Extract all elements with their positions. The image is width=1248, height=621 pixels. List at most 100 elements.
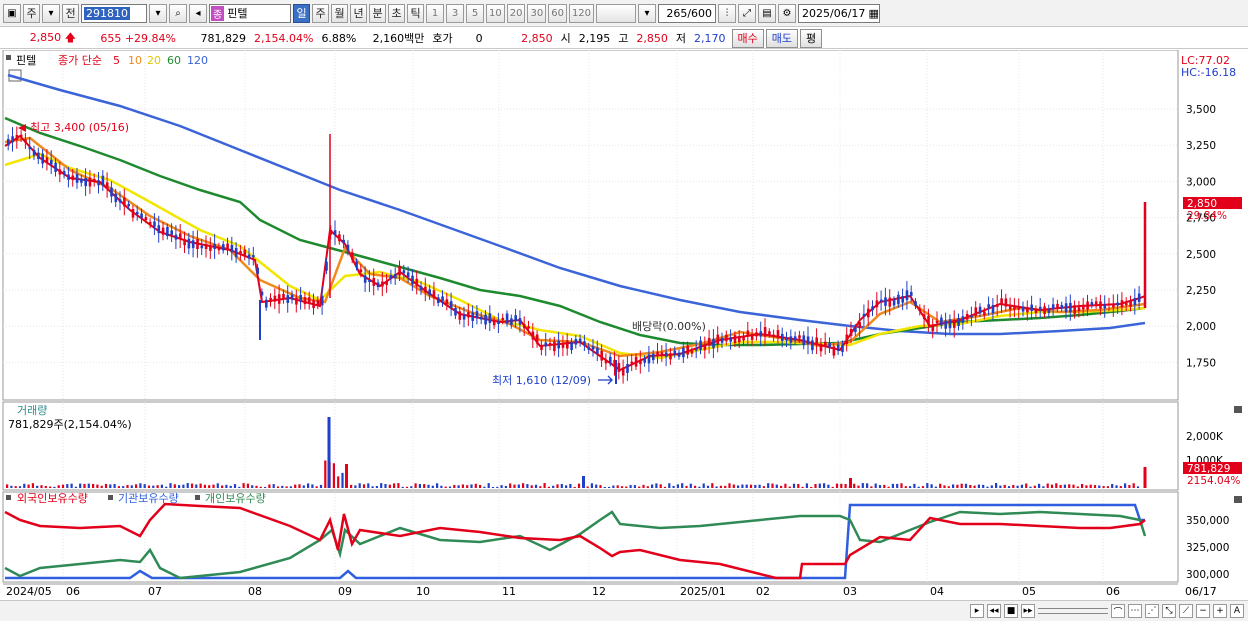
high-value: 2,850 — [636, 31, 668, 45]
panel-handle-icon[interactable] — [6, 55, 11, 60]
candle-body — [682, 347, 685, 358]
volume-bar — [1046, 483, 1049, 488]
tool-5-icon[interactable]: ⟋ — [1179, 604, 1193, 618]
save-icon[interactable]: ▤ — [758, 3, 777, 23]
tool-1-icon[interactable]: ⌒ — [1111, 604, 1125, 618]
interval-tick-button[interactable]: 틱 — [407, 3, 424, 23]
stock-name-field[interactable]: 종 핀텔 — [209, 3, 291, 23]
volume-bar — [319, 484, 323, 488]
volume-bar — [749, 484, 753, 488]
interval-minute-button[interactable]: 분 — [369, 3, 386, 23]
unit-5-button[interactable]: 5 — [466, 3, 484, 23]
period-week-dropdown[interactable]: 주 — [23, 3, 40, 23]
calendar-icon[interactable]: ▦ — [868, 7, 878, 20]
candle-body — [759, 331, 763, 337]
volume-bar — [552, 485, 555, 488]
candle-body — [127, 203, 130, 207]
volume-bar — [479, 484, 482, 488]
interval-day-button[interactable]: 일 — [293, 3, 310, 23]
inst-handle-icon[interactable] — [108, 495, 113, 500]
tool-3-icon[interactable]: ⋰ — [1145, 604, 1159, 618]
chart-line-icon[interactable]: ⤢ — [738, 3, 757, 23]
volume-bar — [590, 483, 593, 488]
unit-10-button[interactable]: 10 — [486, 3, 505, 23]
interval-week-button[interactable]: 주 — [312, 3, 329, 23]
zoom-slider[interactable] — [1038, 608, 1108, 614]
buy-button[interactable]: 매수 — [731, 28, 764, 48]
window-icon[interactable]: ▣ — [3, 3, 21, 23]
unit-3-button[interactable]: 3 — [446, 3, 464, 23]
candle-body — [24, 139, 27, 143]
holding-handle-icon[interactable] — [6, 495, 11, 500]
interval-year-button[interactable]: 년 — [350, 3, 367, 23]
tool-2-icon[interactable]: ⋯ — [1128, 604, 1142, 618]
search-icon[interactable]: ⌕ — [169, 3, 187, 23]
avg-button[interactable]: 평 — [800, 28, 823, 48]
close-volume-icon[interactable] — [1234, 406, 1242, 413]
volume-spike-bar — [327, 417, 331, 488]
zoom-in-icon[interactable]: + — [1213, 604, 1227, 618]
close-holding-icon[interactable] — [1234, 496, 1242, 503]
candle-body — [41, 153, 44, 164]
candle-body — [639, 359, 642, 365]
speaker-icon[interactable]: ◂ — [189, 3, 207, 23]
candle-body — [45, 157, 49, 163]
volume-bar — [969, 485, 972, 488]
volume-bar — [130, 485, 133, 488]
candle-body — [901, 296, 904, 303]
unit-custom-input[interactable] — [596, 3, 637, 23]
unit-30-button[interactable]: 30 — [527, 3, 547, 23]
prev-button[interactable]: 전 — [62, 3, 79, 23]
candle-body — [1133, 298, 1137, 306]
stop-icon[interactable]: ■ — [1004, 604, 1018, 618]
candle-body — [716, 334, 720, 345]
volume-bar — [956, 484, 959, 488]
auto-scale-icon[interactable]: A — [1230, 604, 1244, 618]
unit-60-button[interactable]: 60 — [548, 3, 567, 23]
chevron-down-icon[interactable]: ▾ — [42, 3, 60, 23]
date-input[interactable]: 2025/06/17 ▦ — [798, 3, 881, 23]
volume-bar — [405, 486, 409, 488]
volume-bar — [66, 484, 69, 488]
price-y-tick: 3,000 — [1186, 176, 1216, 188]
unit-20-button[interactable]: 20 — [506, 3, 526, 23]
volume-bar — [775, 484, 778, 488]
volume-bar — [31, 483, 34, 488]
stock-code-input[interactable]: 291810 — [81, 3, 147, 23]
volume-bar — [1025, 483, 1028, 488]
stock-chart[interactable]: 핀텔 종가 단순 5 10 20 60 120 LC:77.02 HC:-16.… — [0, 50, 1248, 600]
candle-body — [888, 297, 892, 307]
code-dropdown-icon[interactable]: ▾ — [149, 3, 167, 23]
candle-body — [389, 274, 393, 279]
candle-body — [1069, 302, 1072, 313]
unit-dropdown-icon[interactable]: ▾ — [638, 3, 657, 23]
candle-body — [854, 327, 857, 333]
volume-bar — [14, 486, 17, 488]
gear-icon[interactable]: ⚙ — [778, 3, 797, 23]
candle-body — [707, 338, 711, 346]
fast-forward-icon[interactable]: ▸▸ — [1021, 604, 1035, 618]
candle-body — [583, 341, 586, 345]
x-axis-label: 05 — [1022, 585, 1036, 598]
volume-bar — [440, 485, 443, 488]
zoom-out-icon[interactable]: − — [1196, 604, 1210, 618]
x-axis-label: 10 — [416, 585, 430, 598]
interval-month-button[interactable]: 월 — [331, 3, 348, 23]
interval-second-button[interactable]: 초 — [388, 3, 405, 23]
volume-bar — [311, 484, 314, 488]
volume-bar — [461, 484, 464, 488]
volume-bar — [268, 484, 271, 488]
unit-120-button[interactable]: 120 — [568, 3, 595, 23]
volume-bar — [638, 486, 641, 488]
rewind-icon[interactable]: ◂◂ — [987, 604, 1001, 618]
volume-bar — [1055, 483, 1058, 488]
unit-1-button[interactable]: 1 — [426, 3, 444, 23]
candle-body — [811, 340, 814, 351]
scroll-right-icon[interactable]: ▸ — [970, 604, 984, 618]
tool-4-icon[interactable]: ⤡ — [1162, 604, 1176, 618]
count-input[interactable]: 265/600 — [658, 3, 717, 23]
sell-button[interactable]: 매도 — [765, 28, 799, 48]
indiv-handle-icon[interactable] — [195, 495, 200, 500]
candle-icon[interactable]: ⫶ — [718, 3, 737, 23]
candle-body — [28, 146, 32, 150]
